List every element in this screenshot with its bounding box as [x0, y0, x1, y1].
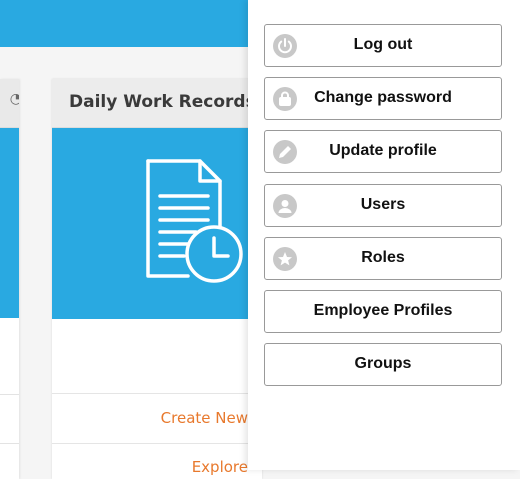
create-new-link[interactable]: Create New — [52, 409, 248, 427]
divider — [0, 443, 19, 444]
divider — [0, 394, 19, 395]
explore-link[interactable]: Explore — [52, 458, 248, 476]
change-password-label: Change password — [314, 89, 452, 106]
groups-button[interactable]: Groups — [264, 343, 502, 386]
update-profile-button[interactable]: Update profile — [264, 130, 502, 173]
update-profile-label: Update profile — [329, 142, 437, 159]
divider — [52, 393, 248, 394]
change-password-button[interactable]: Change password — [264, 77, 502, 120]
daily-work-records-card: Daily Work Records Create New Explore — [52, 79, 262, 479]
roles-label: Roles — [361, 249, 405, 266]
card-title: Daily Work Records — [69, 92, 256, 112]
divider — [52, 443, 248, 444]
card-banner — [0, 128, 19, 318]
user-dropdown-menu: Log out Change password Update profile U… — [248, 0, 520, 470]
employee-profiles-label: Employee Profiles — [313, 302, 453, 319]
employee-profiles-button[interactable]: Employee Profiles — [264, 290, 502, 333]
card-header: ◔ — [0, 79, 19, 128]
logout-button[interactable]: Log out — [264, 24, 502, 67]
groups-label: Groups — [354, 355, 412, 372]
dashboard-card-partial: ◔ — [0, 79, 19, 479]
logout-label: Log out — [353, 36, 413, 53]
partial-icon: ◔ — [10, 91, 19, 107]
roles-button[interactable]: Roles — [264, 237, 502, 280]
users-button[interactable]: Users — [264, 184, 502, 227]
card-header: Daily Work Records — [52, 79, 262, 128]
card-banner — [52, 128, 262, 319]
users-label: Users — [360, 196, 406, 213]
document-clock-icon — [146, 159, 243, 283]
